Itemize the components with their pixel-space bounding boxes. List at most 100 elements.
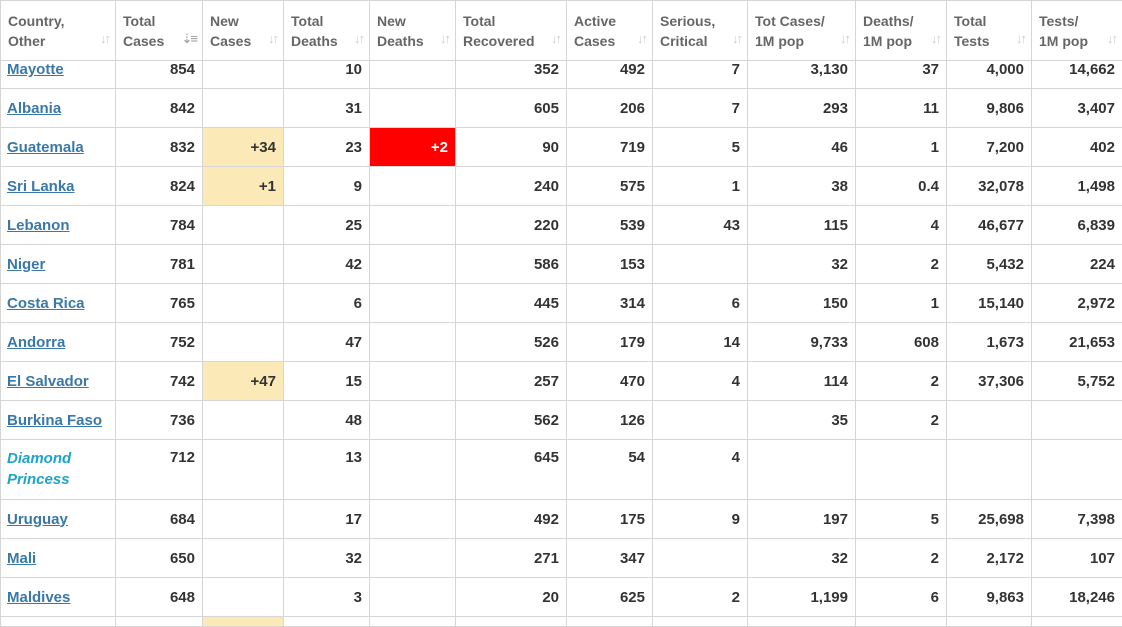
cell-country[interactable]: Mali xyxy=(1,539,116,578)
cell-country[interactable]: Mayotte xyxy=(1,61,116,89)
cell-deaths-1m: 6 xyxy=(856,578,947,617)
cell-new-deaths xyxy=(370,440,456,500)
cell-total-deaths: 3 xyxy=(284,578,370,617)
sort-icon[interactable]: ↓↑ xyxy=(354,29,363,49)
cell-tot-cases-1m: 46 xyxy=(748,128,856,167)
cell-serious: 6 xyxy=(653,284,748,323)
cell-country[interactable]: El Salvador xyxy=(1,362,116,401)
column-header-label: Tot Cases/ xyxy=(755,11,849,31)
cell-total-deaths: 25 xyxy=(284,206,370,245)
country-link[interactable]: Uruguay xyxy=(7,511,68,528)
sort-icon[interactable]: ↓↑ xyxy=(268,29,277,49)
cell-country[interactable]: Niger xyxy=(1,245,116,284)
cell-active-cases: 126 xyxy=(567,401,653,440)
cell-tests-1m: 5,752 xyxy=(1032,362,1122,401)
cell-active-cases: 153 xyxy=(567,245,653,284)
table-row: Lebanon7842522053943115446,6776,839 xyxy=(1,206,1122,245)
cell-total-deaths: 17 xyxy=(284,500,370,539)
country-link[interactable]: Niger xyxy=(7,256,45,273)
covid-stats-table: Country,Other↓↑TotalCases⇣≡NewCases↓↑Tot… xyxy=(0,0,1122,627)
cell-new-deaths xyxy=(370,539,456,578)
country-link[interactable]: Lebanon xyxy=(7,217,70,234)
column-header-total-deaths[interactable]: TotalDeaths↓↑ xyxy=(284,1,370,61)
cell-total-deaths: 9 xyxy=(284,167,370,206)
column-header-label: Other xyxy=(8,31,109,51)
cell-empty xyxy=(1032,617,1122,627)
country-link[interactable]: El Salvador xyxy=(7,373,89,390)
country-link[interactable]: Diamond Princess xyxy=(7,450,71,488)
country-link[interactable]: Mali xyxy=(7,550,36,567)
column-header-deaths-1m[interactable]: Deaths/1M pop↓↑ xyxy=(856,1,947,61)
cell-deaths-1m: 11 xyxy=(856,89,947,128)
sort-icon[interactable]: ↓↑ xyxy=(1016,29,1025,49)
column-header-new-deaths[interactable]: NewDeaths↓↑ xyxy=(370,1,456,61)
cell-total-tests: 7,200 xyxy=(947,128,1032,167)
country-link[interactable]: Maldives xyxy=(7,589,70,606)
column-header-label: 1M pop xyxy=(1039,31,1116,51)
cell-country[interactable]: Uruguay xyxy=(1,500,116,539)
sort-icon[interactable]: ↓↑ xyxy=(100,29,109,49)
column-header-label: Tests xyxy=(954,31,1025,51)
table-body: Mayotte8541035249273,130374,00014,662Alb… xyxy=(1,61,1122,627)
column-header-total-cases[interactable]: TotalCases⇣≡ xyxy=(116,1,203,61)
cell-total-cases: 832 xyxy=(116,128,203,167)
cell-empty xyxy=(567,617,653,627)
cell-total-tests: 15,140 xyxy=(947,284,1032,323)
cell-serious: 7 xyxy=(653,89,748,128)
cell-deaths-1m xyxy=(856,440,947,500)
country-link[interactable]: Mayotte xyxy=(7,61,64,78)
sort-icon[interactable]: ↓↑ xyxy=(440,29,449,49)
column-header-serious[interactable]: Serious,Critical↓↑ xyxy=(653,1,748,61)
country-link[interactable]: Burkina Faso xyxy=(7,412,102,429)
column-header-active-cases[interactable]: ActiveCases↓↑ xyxy=(567,1,653,61)
column-header-new-cases[interactable]: NewCases↓↑ xyxy=(203,1,284,61)
column-header-tot-cases-1m[interactable]: Tot Cases/1M pop↓↑ xyxy=(748,1,856,61)
cell-empty xyxy=(653,617,748,627)
column-header-total-recovered[interactable]: TotalRecovered↓↑ xyxy=(456,1,567,61)
cell-country[interactable]: Maldives xyxy=(1,578,116,617)
cell-country[interactable]: Lebanon xyxy=(1,206,116,245)
sort-icon[interactable]: ↓↑ xyxy=(1107,29,1116,49)
cell-new-cases xyxy=(203,539,284,578)
sort-descending-icon[interactable]: ⇣≡ xyxy=(182,29,196,49)
sort-icon[interactable]: ↓↑ xyxy=(840,29,849,49)
column-header-total-tests[interactable]: TotalTests↓↑ xyxy=(947,1,1032,61)
country-link[interactable]: Guatemala xyxy=(7,139,84,156)
cell-country[interactable]: Burkina Faso xyxy=(1,401,116,440)
cell-tot-cases-1m xyxy=(748,440,856,500)
cell-total-deaths: 23 xyxy=(284,128,370,167)
cell-empty xyxy=(203,617,284,627)
cell-country[interactable]: Albania xyxy=(1,89,116,128)
country-link[interactable]: Albania xyxy=(7,100,61,117)
cell-country[interactable]: Diamond Princess xyxy=(1,440,116,500)
cell-tests-1m: 21,653 xyxy=(1032,323,1122,362)
cell-country[interactable]: Andorra xyxy=(1,323,116,362)
cell-tot-cases-1m: 293 xyxy=(748,89,856,128)
cell-country[interactable]: Costa Rica xyxy=(1,284,116,323)
cell-total-deaths: 47 xyxy=(284,323,370,362)
sort-icon[interactable]: ↓↑ xyxy=(732,29,741,49)
country-link[interactable]: Costa Rica xyxy=(7,295,85,312)
column-header-country[interactable]: Country,Other↓↑ xyxy=(1,1,116,61)
cell-tot-cases-1m: 114 xyxy=(748,362,856,401)
cell-total-deaths: 48 xyxy=(284,401,370,440)
cell-total-recovered: 586 xyxy=(456,245,567,284)
table-row-partial xyxy=(1,617,1122,627)
country-link[interactable]: Sri Lanka xyxy=(7,178,75,195)
cell-country[interactable]: Guatemala xyxy=(1,128,116,167)
cell-deaths-1m: 5 xyxy=(856,500,947,539)
cell-tot-cases-1m: 32 xyxy=(748,539,856,578)
sort-icon[interactable]: ↓↑ xyxy=(637,29,646,49)
cell-total-cases: 712 xyxy=(116,440,203,500)
country-link[interactable]: Andorra xyxy=(7,334,65,351)
cell-tests-1m: 402 xyxy=(1032,128,1122,167)
cell-country[interactable]: Sri Lanka xyxy=(1,167,116,206)
sort-icon[interactable]: ↓↑ xyxy=(551,29,560,49)
sort-icon[interactable]: ↓↑ xyxy=(931,29,940,49)
cell-total-recovered: 240 xyxy=(456,167,567,206)
cell-new-deaths xyxy=(370,167,456,206)
cell-active-cases: 539 xyxy=(567,206,653,245)
cell-tests-1m: 6,839 xyxy=(1032,206,1122,245)
column-header-tests-1m[interactable]: Tests/1M pop↓↑ xyxy=(1032,1,1122,61)
cell-empty xyxy=(1,617,116,627)
